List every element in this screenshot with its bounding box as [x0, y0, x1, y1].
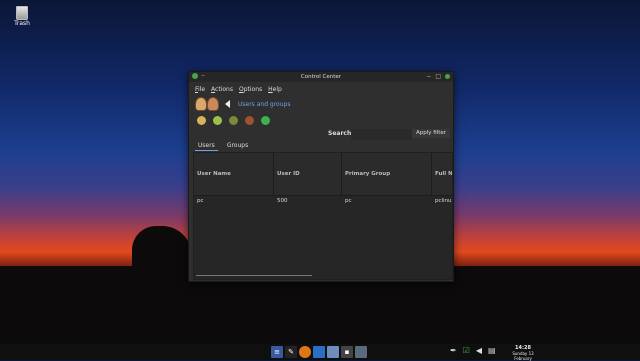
- thunderbird-icon[interactable]: [313, 346, 325, 358]
- terminal-icon[interactable]: ▪: [341, 346, 353, 358]
- firefox-icon[interactable]: [299, 346, 311, 358]
- delete-icon[interactable]: [245, 116, 254, 125]
- menu-file[interactable]: File: [195, 86, 205, 93]
- section-title: Users and groups: [238, 100, 291, 108]
- window-titlebar[interactable]: − Control Center − □: [189, 72, 453, 82]
- column-user-name[interactable]: User Name: [194, 153, 274, 195]
- pen-icon[interactable]: ✒: [450, 346, 457, 355]
- section-header: Users and groups: [195, 97, 290, 111]
- horizontal-scrollbar[interactable]: [196, 275, 312, 276]
- toolbar: [197, 116, 270, 125]
- menu-icon[interactable]: ≡: [271, 346, 283, 358]
- app-icon: [192, 73, 198, 79]
- users-icon: [195, 97, 207, 111]
- taskbar: ≡ ✎ ▪ ✒ ☑ ◀ ▤ 14:28 Sunday 13 February: [0, 344, 640, 361]
- menubar: File Actions Options Help: [195, 86, 282, 93]
- users-icon-secondary: [207, 97, 219, 111]
- cell-user-name: pc: [197, 198, 204, 204]
- cell-full-name: pclinux: [435, 198, 453, 204]
- column-primary-group[interactable]: Primary Group: [342, 153, 432, 195]
- users-table: User Name User ID Primary Group Full N p…: [193, 152, 453, 280]
- maximize-icon[interactable]: □: [435, 73, 441, 80]
- apply-filter-button[interactable]: Apply filter: [412, 129, 450, 138]
- edit-icon[interactable]: [229, 116, 238, 125]
- desktop-trash[interactable]: Trash: [8, 6, 36, 27]
- cell-primary-group: pc: [345, 198, 352, 204]
- control-center-window: − Control Center − □ File Actions Option…: [188, 71, 454, 282]
- volume-icon[interactable]: ◀: [476, 346, 482, 355]
- search-input[interactable]: [351, 129, 413, 140]
- menu-actions[interactable]: Actions: [211, 86, 233, 93]
- add-user-icon[interactable]: [197, 116, 206, 125]
- check-icon[interactable]: ☑: [463, 346, 470, 355]
- system-tray: ✒ ☑ ◀ ▤: [450, 346, 496, 355]
- tab-groups[interactable]: Groups: [224, 141, 251, 151]
- column-user-id[interactable]: User ID: [274, 153, 342, 195]
- table-row[interactable]: pc 500 pc pclinux: [194, 196, 452, 208]
- menu-help[interactable]: Help: [268, 86, 282, 93]
- trash-label: Trash: [14, 20, 30, 27]
- tab-users[interactable]: Users: [195, 141, 218, 151]
- table-header: User Name User ID Primary Group Full N: [194, 153, 452, 196]
- cell-user-id: 500: [277, 198, 288, 204]
- launcher-bar: ≡ ✎ ▪: [271, 346, 367, 358]
- files-icon[interactable]: [327, 346, 339, 358]
- search-label: Search:: [328, 130, 354, 137]
- column-full-name[interactable]: Full N: [432, 153, 452, 195]
- close-icon[interactable]: [445, 74, 450, 79]
- search-row: Search: Apply filter: [189, 129, 453, 140]
- trash-icon: [16, 6, 28, 20]
- minimize-icon[interactable]: −: [426, 73, 431, 80]
- back-arrow-icon[interactable]: [225, 100, 230, 108]
- refresh-icon[interactable]: [261, 116, 270, 125]
- network-icon[interactable]: ▤: [488, 346, 496, 355]
- control-center-icon[interactable]: [355, 346, 367, 358]
- window-menu-icon[interactable]: −: [201, 73, 205, 79]
- clock[interactable]: 14:28 Sunday 13 February: [506, 346, 540, 361]
- menu-options[interactable]: Options: [239, 86, 262, 93]
- add-group-icon[interactable]: [213, 116, 222, 125]
- window-title: Control Center: [300, 74, 342, 80]
- brush-icon[interactable]: ✎: [285, 346, 297, 358]
- tabs: Users Groups: [195, 141, 251, 151]
